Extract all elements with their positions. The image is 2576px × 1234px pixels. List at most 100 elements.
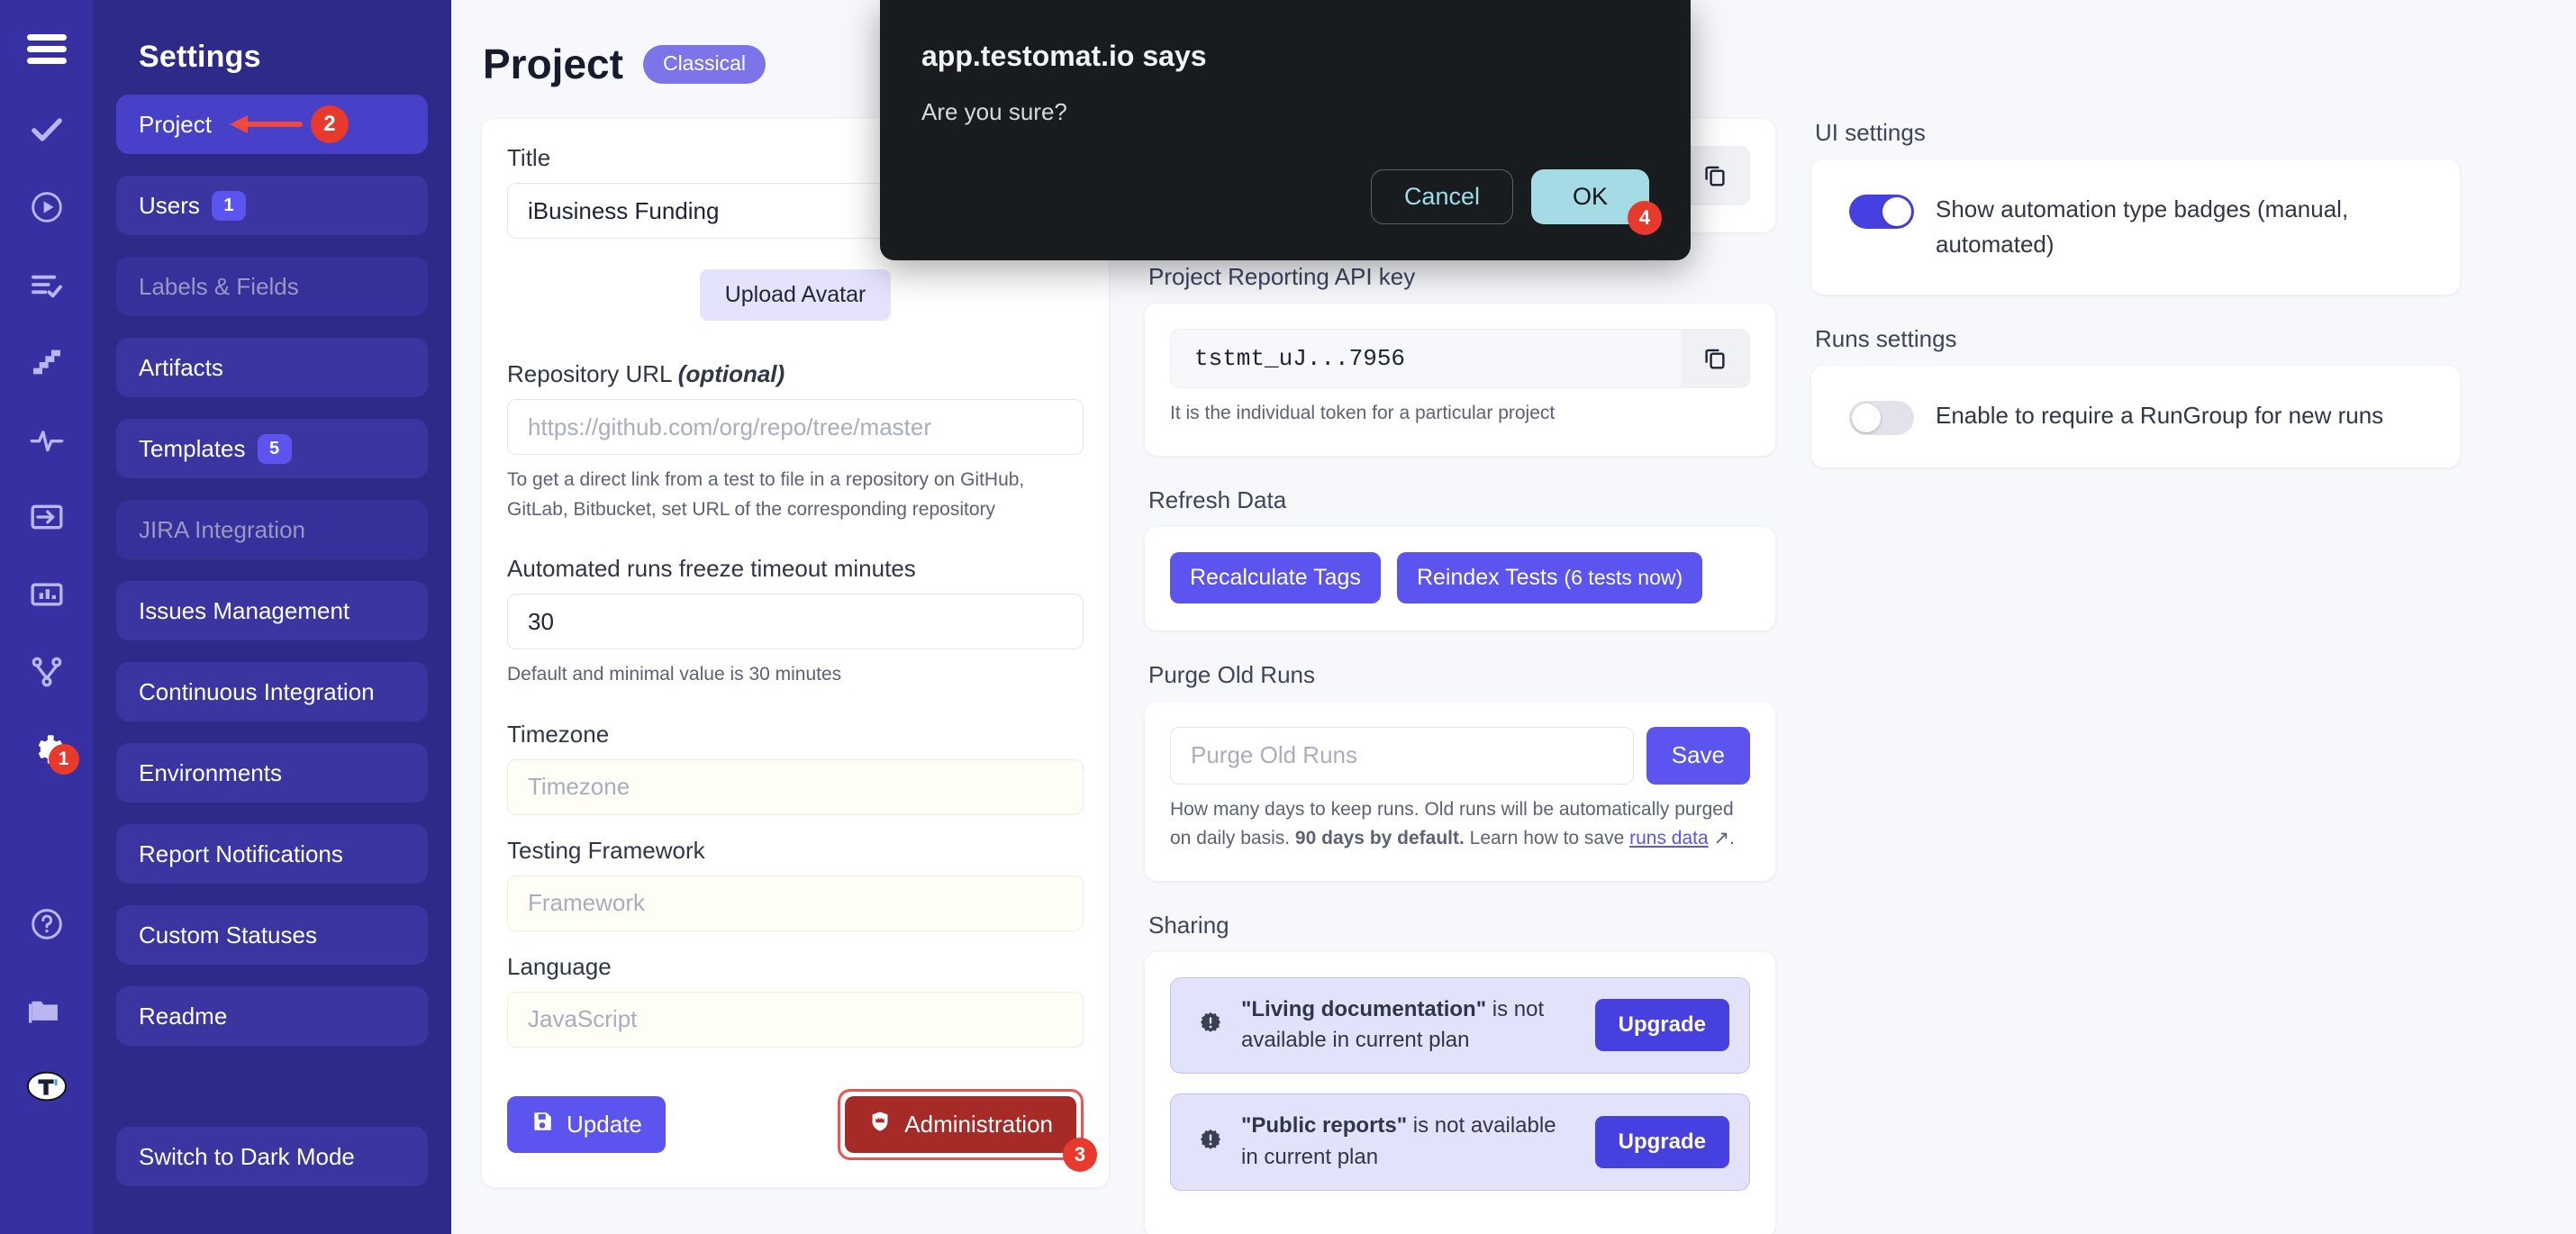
sidebar-item-users[interactable]: Users1 bbox=[116, 176, 428, 235]
checklist-icon[interactable] bbox=[18, 256, 76, 313]
gear-icon[interactable]: 1 bbox=[18, 721, 76, 778]
check-icon[interactable] bbox=[18, 101, 76, 159]
dialog-message: Are you sure? bbox=[921, 98, 1649, 126]
sidebar-item-step-badge: 2 bbox=[311, 105, 349, 143]
ui-settings-section-label: UI settings bbox=[1815, 119, 2460, 147]
step-pointer bbox=[226, 109, 304, 140]
runs-settings-card: Enable to require a RunGroup for new run… bbox=[1811, 366, 2460, 467]
show-automation-badges-toggle[interactable] bbox=[1849, 195, 1914, 229]
external-link-icon: ↗ bbox=[1714, 828, 1730, 848]
alert-badge-icon bbox=[1198, 1128, 1223, 1157]
reporting-api-key-card: tstmt_uJ...7956 It is the individual tok… bbox=[1145, 304, 1775, 456]
sidebar-item-label: Issues Management bbox=[139, 597, 349, 625]
dialog-cancel-button[interactable]: Cancel bbox=[1371, 169, 1513, 224]
settings-sidebar: Settings Project 2 Users1 Labels & Fields Ar… bbox=[93, 0, 451, 1234]
sharing-section-label: Sharing bbox=[1148, 912, 1775, 939]
upload-avatar-button[interactable]: Upload Avatar bbox=[700, 269, 892, 321]
sharing-upgrade-button[interactable]: Upgrade bbox=[1595, 999, 1729, 1051]
sidebar-item-label: Report Notifications bbox=[139, 840, 343, 868]
ui-settings-card: Show automation type badges (manual, aut… bbox=[1811, 159, 2460, 295]
play-circle-icon[interactable] bbox=[18, 178, 76, 236]
sharing-upsell-text: "Living documentation" is not available … bbox=[1241, 994, 1577, 1057]
settings-columns: Title iBusiness Funding Upload Avatar Re… bbox=[451, 119, 2576, 1234]
reporting-api-key-value: tstmt_uJ...7956 bbox=[1171, 330, 1681, 387]
administration-button[interactable]: Administration bbox=[845, 1096, 1076, 1153]
activity-icon[interactable] bbox=[18, 411, 76, 468]
copy-project-api-key-button[interactable] bbox=[1681, 147, 1749, 204]
administration-highlight: Administration 3 bbox=[838, 1089, 1084, 1160]
alert-badge-icon bbox=[1198, 1011, 1223, 1040]
icon-rail: 1 bbox=[0, 0, 93, 1234]
testing-framework-input[interactable]: Framework bbox=[507, 876, 1084, 931]
analytics-icon[interactable] bbox=[18, 566, 76, 623]
sidebar-item-count-badge: 5 bbox=[258, 434, 292, 464]
require-rungroup-toggle[interactable] bbox=[1849, 401, 1914, 435]
sidebar-item-templates[interactable]: Templates 5 bbox=[116, 419, 428, 478]
steps-icon[interactable] bbox=[18, 333, 76, 391]
sidebar-item-jira-integration[interactable]: JIRA Integration bbox=[116, 500, 428, 559]
sidebar-item-artifacts[interactable]: Artifacts bbox=[116, 338, 428, 397]
sidebar-item-continuous-integration[interactable]: Continuous Integration bbox=[116, 662, 428, 721]
purge-save-button[interactable]: Save bbox=[1646, 727, 1750, 785]
dialog-title: app.testomat.io says bbox=[921, 40, 1649, 73]
sidebar-item-label: Readme bbox=[139, 1003, 227, 1030]
sidebar-item-label: Project bbox=[139, 111, 212, 139]
testomat-logo-icon[interactable] bbox=[18, 1057, 76, 1115]
sharing-upsell-text: "Public reports" is not available in cur… bbox=[1241, 1111, 1577, 1174]
sidebar-item-readme[interactable]: Readme bbox=[116, 986, 428, 1046]
reindex-tests-button[interactable]: Reindex Tests (6 tests now) bbox=[1397, 552, 1702, 603]
branch-icon[interactable] bbox=[18, 643, 76, 701]
repository-url-optional-text: (optional) bbox=[678, 360, 785, 387]
repository-url-label-text: Repository URL bbox=[507, 360, 678, 387]
settings-title: Settings bbox=[116, 0, 428, 95]
update-button-label: Update bbox=[567, 1111, 642, 1139]
refresh-data-card: Recalculate Tags Reindex Tests (6 tests … bbox=[1145, 527, 1775, 631]
copy-reporting-api-key-button[interactable] bbox=[1681, 330, 1749, 387]
sidebar-item-label: Custom Statuses bbox=[139, 921, 317, 949]
purge-old-runs-input[interactable]: Purge Old Runs bbox=[1170, 727, 1634, 785]
repository-url-label: Repository URL (optional) bbox=[507, 360, 1084, 388]
purge-old-runs-section-label: Purge Old Runs bbox=[1148, 661, 1775, 689]
refresh-data-section-label: Refresh Data bbox=[1148, 486, 1775, 514]
repository-url-input[interactable]: https://github.com/org/repo/tree/master bbox=[507, 399, 1084, 455]
purge-hint-default: 90 days by default. bbox=[1295, 828, 1465, 848]
sidebar-item-label: Templates bbox=[139, 435, 246, 463]
runs-data-link[interactable]: runs data bbox=[1629, 828, 1709, 848]
folder-icon[interactable] bbox=[18, 980, 76, 1038]
toggle-knob bbox=[1882, 197, 1911, 226]
sharing-upgrade-button[interactable]: Upgrade bbox=[1595, 1116, 1729, 1168]
help-circle-icon[interactable] bbox=[18, 895, 76, 953]
administration-button-label: Administration bbox=[904, 1111, 1053, 1139]
import-icon[interactable] bbox=[18, 488, 76, 546]
api-and-data-column: Project Reporting API key tstmt_uJ...795… bbox=[1127, 119, 1793, 1234]
hamburger-menu-icon[interactable] bbox=[18, 20, 76, 77]
dialog-actions: Cancel OK 4 bbox=[921, 169, 1649, 224]
sidebar-item-report-notifications[interactable]: Report Notifications bbox=[116, 824, 428, 884]
administration-step-badge: 3 bbox=[1063, 1138, 1097, 1172]
freeze-timeout-input[interactable]: 30 bbox=[507, 594, 1084, 649]
purge-old-runs-card: Purge Old Runs Save How many days to kee… bbox=[1145, 702, 1775, 881]
toggle-knob bbox=[1852, 404, 1881, 432]
project-form-card: Title iBusiness Funding Upload Avatar Re… bbox=[482, 119, 1109, 1187]
purge-hint-end: . bbox=[1729, 828, 1735, 848]
switch-to-dark-mode-label: Switch to Dark Mode bbox=[139, 1143, 355, 1171]
update-button[interactable]: Update bbox=[507, 1096, 666, 1153]
repository-url-hint: To get a direct link from a test to file… bbox=[507, 466, 1084, 524]
show-automation-badges-label: Show automation type badges (manual, aut… bbox=[1936, 192, 2435, 262]
dialog-ok-step-badge: 4 bbox=[1628, 201, 1662, 235]
gear-notification-badge: 1 bbox=[49, 744, 79, 775]
settings-toggles-column: UI settings Show automation type badges … bbox=[1793, 119, 2478, 1234]
copy-icon bbox=[1701, 161, 1728, 191]
sidebar-item-environments[interactable]: Environments bbox=[116, 743, 428, 803]
runs-settings-section-label: Runs settings bbox=[1815, 325, 2460, 353]
switch-to-dark-mode-button[interactable]: Switch to Dark Mode bbox=[116, 1127, 428, 1186]
sidebar-item-labels-fields[interactable]: Labels & Fields bbox=[116, 257, 428, 316]
sidebar-item-project[interactable]: Project 2 bbox=[116, 95, 428, 154]
recalculate-tags-button[interactable]: Recalculate Tags bbox=[1170, 552, 1381, 603]
timezone-input[interactable]: Timezone bbox=[507, 759, 1084, 815]
sharing-card: "Living documentation" is not available … bbox=[1145, 952, 1775, 1234]
sidebar-item-issues-management[interactable]: Issues Management bbox=[116, 581, 428, 640]
language-input[interactable]: JavaScript bbox=[507, 992, 1084, 1048]
freeze-timeout-hint: Default and minimal value is 30 minutes bbox=[507, 660, 1084, 690]
sidebar-item-custom-statuses[interactable]: Custom Statuses bbox=[116, 905, 428, 965]
